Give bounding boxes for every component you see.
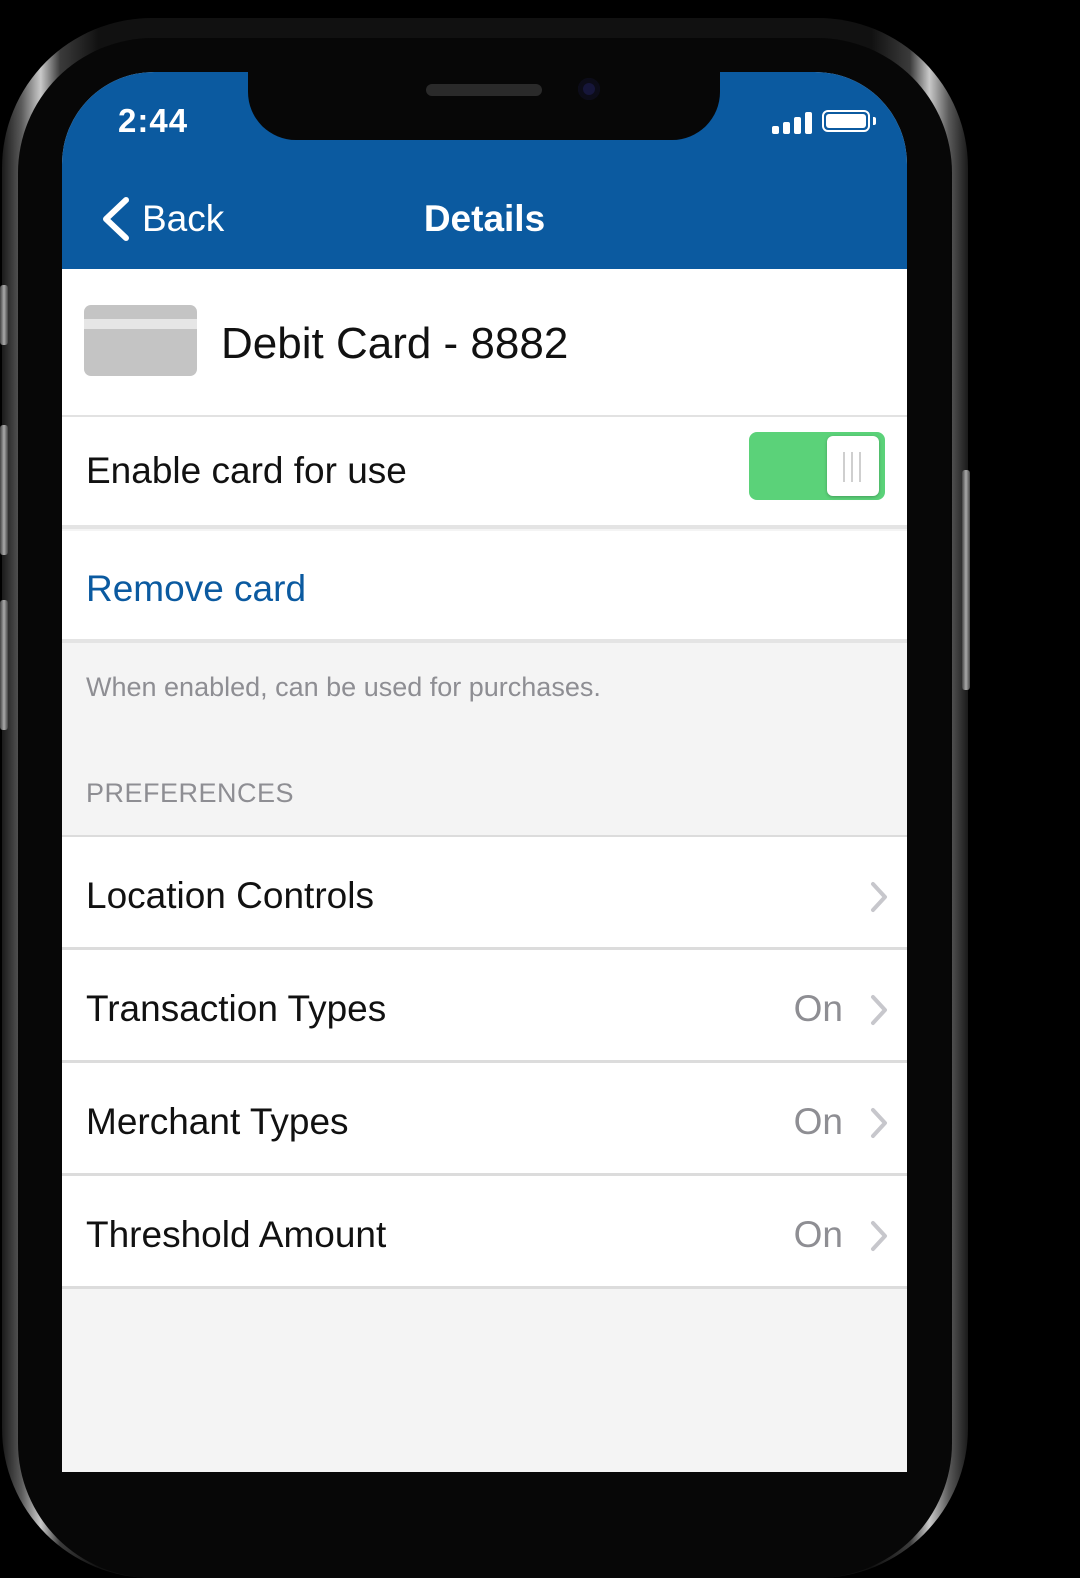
status-time: 2:44 bbox=[118, 102, 189, 139]
side-button-left-3 bbox=[0, 600, 8, 730]
chevron-right-icon bbox=[871, 882, 887, 912]
chevron-right-icon bbox=[871, 995, 887, 1025]
credit-card-icon bbox=[84, 305, 197, 376]
battery-icon bbox=[822, 110, 870, 132]
enable-hint: When enabled, can be used for purchases. bbox=[86, 672, 601, 702]
pref-value: On bbox=[793, 988, 843, 1029]
front-camera bbox=[578, 78, 600, 100]
card-name: Debit Card - 8882 bbox=[221, 319, 569, 368]
pref-transaction-types[interactable]: Transaction Types On bbox=[62, 950, 907, 1063]
notch bbox=[248, 72, 720, 140]
app-screen: 2:44 Back Details Debit Card - 8882 Enab… bbox=[62, 72, 907, 1472]
pref-label: Threshold Amount bbox=[86, 1214, 387, 1255]
chevron-right-icon bbox=[871, 1108, 887, 1138]
pref-location-controls[interactable]: Location Controls bbox=[62, 837, 907, 950]
side-button-right bbox=[962, 470, 970, 690]
battery-cap bbox=[873, 117, 876, 125]
pref-label: Merchant Types bbox=[86, 1101, 349, 1142]
remove-card-link[interactable]: Remove card bbox=[86, 568, 306, 610]
section-header-preferences: PREFERENCES bbox=[86, 778, 295, 808]
pref-merchant-types[interactable]: Merchant Types On bbox=[62, 1063, 907, 1176]
pref-label: Location Controls bbox=[86, 875, 374, 916]
side-button-left-2 bbox=[0, 425, 8, 555]
page-title: Details bbox=[423, 198, 546, 239]
chevron-right-icon bbox=[871, 1221, 887, 1251]
pref-label: Transaction Types bbox=[86, 988, 387, 1029]
speaker-grille bbox=[426, 84, 542, 96]
card-summary: Debit Card - 8882 bbox=[62, 269, 907, 417]
side-button-left-1 bbox=[0, 285, 8, 345]
enable-card-row: Enable card for use bbox=[62, 417, 907, 529]
toggle-knob bbox=[827, 436, 879, 496]
pref-value: On bbox=[793, 1101, 843, 1142]
signal-icon bbox=[772, 110, 814, 134]
enable-card-label: Enable card for use bbox=[86, 450, 407, 491]
pref-threshold-amount[interactable]: Threshold Amount On bbox=[62, 1176, 907, 1289]
pref-value: On bbox=[793, 1214, 843, 1255]
remove-card-row[interactable]: Remove card bbox=[62, 531, 907, 643]
enable-card-toggle[interactable] bbox=[749, 432, 885, 500]
